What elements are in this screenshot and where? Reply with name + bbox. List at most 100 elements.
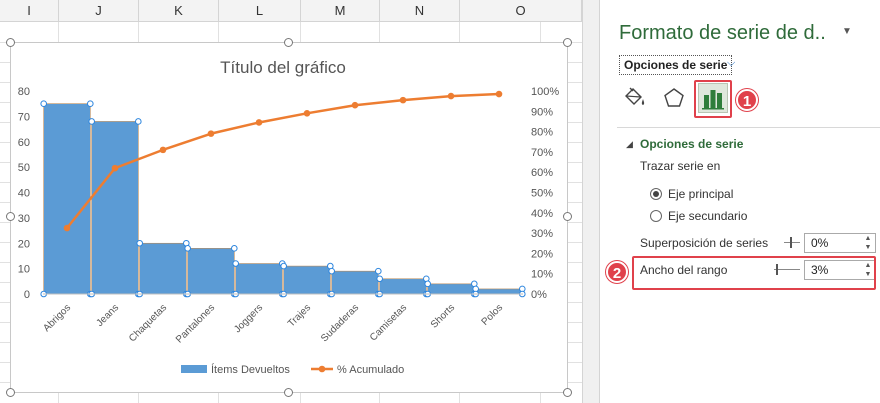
x-axis-category-label[interactable]: Jeans — [94, 302, 121, 329]
legend-swatch-marker[interactable] — [318, 365, 326, 373]
y2-axis-tick-label[interactable]: 0% — [531, 289, 547, 301]
column-header-l[interactable]: L — [219, 0, 301, 22]
y2-axis-tick-label[interactable]: 10% — [531, 269, 553, 281]
series-options-dropdown[interactable]: Opciones de serie — [619, 55, 733, 75]
chevron-down-icon[interactable]: ⌵ — [727, 57, 735, 70]
y2-axis-tick-label[interactable]: 30% — [531, 228, 553, 240]
legend-label-line[interactable]: % Acumulado — [337, 364, 404, 376]
chart-resize-handle[interactable] — [563, 38, 572, 47]
radio-secondary-axis[interactable] — [650, 210, 662, 222]
line-point[interactable] — [495, 90, 503, 98]
bar-selection-handle[interactable] — [87, 100, 94, 107]
bar[interactable] — [235, 263, 283, 295]
series-overlap-stepper[interactable]: 0% ▲ ▼ — [804, 233, 876, 253]
chart-resize-handle[interactable] — [563, 388, 572, 397]
x-axis-category-label[interactable]: Chaquetas — [127, 302, 169, 344]
x-axis-category-label[interactable]: Sudaderas — [319, 302, 361, 344]
y2-axis-tick-label[interactable]: 20% — [531, 248, 553, 260]
bar[interactable] — [91, 121, 139, 295]
x-axis-category-label[interactable]: Camisetas — [368, 302, 409, 343]
legend-swatch-bars[interactable] — [181, 365, 207, 373]
chart-resize-handle[interactable] — [284, 388, 293, 397]
y2-axis-tick-label[interactable]: 100% — [531, 86, 559, 98]
line-point[interactable] — [351, 101, 359, 109]
line-point[interactable] — [63, 224, 71, 232]
x-axis-category-label[interactable]: Polos — [480, 302, 505, 327]
column-header-o[interactable]: O — [460, 0, 582, 22]
y2-axis-tick-label[interactable]: 90% — [531, 106, 553, 118]
radio-primary-axis[interactable] — [650, 188, 662, 200]
stepper-arrows-icon[interactable]: ▲ ▼ — [862, 234, 874, 252]
bar[interactable] — [283, 265, 331, 295]
vertical-scrollbar[interactable] — [582, 0, 600, 403]
y2-axis-tick-label[interactable]: 70% — [531, 147, 553, 159]
radio-secondary-label[interactable]: Eje secundario — [668, 209, 747, 223]
panel-menu-caret-icon[interactable]: ▼ — [842, 26, 852, 37]
bar-selection-handle[interactable] — [135, 118, 142, 125]
column-header-n[interactable]: N — [380, 0, 460, 22]
bar[interactable] — [379, 278, 427, 295]
y2-axis-tick-label[interactable]: 60% — [531, 167, 553, 179]
bar[interactable] — [475, 288, 523, 295]
x-axis-category-label[interactable]: Joggers — [232, 302, 265, 335]
y2-axis-tick-label[interactable]: 50% — [531, 188, 553, 200]
line-point[interactable] — [159, 146, 167, 154]
chart-title[interactable]: Título del gráfico — [220, 58, 346, 77]
line-point[interactable] — [303, 110, 311, 117]
line-point[interactable] — [255, 119, 263, 126]
bar-selection-handle[interactable] — [376, 275, 383, 283]
y-axis-tick-label[interactable]: 80 — [18, 86, 30, 98]
y-axis-tick-label[interactable]: 60 — [18, 137, 30, 149]
bar[interactable] — [139, 242, 187, 295]
column-header-k[interactable]: K — [139, 0, 219, 22]
chart-resize-handle[interactable] — [6, 388, 15, 397]
x-axis-category-label[interactable]: Abrigos — [41, 302, 73, 334]
bar-selection-handle[interactable] — [136, 239, 143, 247]
bar[interactable] — [43, 103, 91, 295]
bar-selection-handle[interactable] — [40, 100, 47, 107]
bar-selection-handle[interactable] — [232, 260, 239, 267]
bar[interactable] — [187, 248, 235, 295]
x-axis-category-label[interactable]: Trajes — [286, 302, 313, 329]
y2-axis-tick-label[interactable]: 80% — [531, 127, 553, 139]
y-axis-tick-label[interactable]: 20 — [18, 238, 30, 250]
column-header-m[interactable]: M — [301, 0, 380, 22]
bar-selection-handle[interactable] — [328, 267, 335, 275]
y-axis-tick-label[interactable]: 0 — [24, 289, 30, 301]
y-axis-tick-label[interactable]: 70 — [18, 111, 30, 123]
y-axis-tick-label[interactable]: 30 — [18, 213, 30, 225]
bar[interactable] — [331, 270, 379, 295]
bar[interactable] — [427, 283, 475, 295]
x-axis-category-label[interactable]: Pantalones — [174, 302, 217, 345]
y-axis-tick-label[interactable]: 50 — [18, 162, 30, 174]
chart-plot[interactable]: Título del gráfico 0 10 20 30 40 50 60 70 80 0% 10%… — [11, 43, 567, 392]
column-header-i[interactable]: I — [0, 0, 59, 22]
collapse-triangle-icon[interactable]: ◢ — [626, 139, 633, 150]
y-axis-tick-label[interactable]: 10 — [18, 264, 30, 276]
bar-selection-handle[interactable] — [424, 280, 431, 288]
bar-selection-handle[interactable] — [88, 118, 95, 125]
x-axis-category-label[interactable]: Shorts — [429, 302, 457, 330]
bar-selection-handle[interactable] — [184, 245, 191, 252]
fill-line-tab[interactable] — [619, 83, 649, 113]
section-title[interactable]: Opciones de serie — [640, 137, 743, 151]
bar-selection-handle[interactable] — [231, 245, 238, 252]
column-header-j[interactable]: J — [59, 0, 139, 22]
chart-resize-handle[interactable] — [563, 212, 572, 221]
line-point[interactable] — [207, 130, 215, 137]
series-overlap-value[interactable]: 0% — [811, 236, 828, 250]
line-point[interactable] — [111, 164, 119, 172]
line-point[interactable] — [447, 92, 455, 100]
series-overlap-slider[interactable] — [784, 242, 800, 243]
chart-resize-handle[interactable] — [6, 38, 15, 47]
effects-tab[interactable] — [659, 83, 689, 113]
line-point[interactable] — [399, 96, 407, 104]
legend-label-bars[interactable]: Ítems Devueltos — [211, 363, 290, 376]
bar-selection-handle[interactable] — [280, 262, 287, 270]
chart-resize-handle[interactable] — [284, 38, 293, 47]
radio-primary-label[interactable]: Eje principal — [668, 187, 733, 201]
bar-selection-handle[interactable] — [375, 267, 382, 275]
y2-axis-tick-label[interactable]: 40% — [531, 208, 553, 220]
series-overlap-slider-thumb[interactable] — [790, 237, 792, 248]
y-axis-tick-label[interactable]: 40 — [18, 188, 30, 200]
